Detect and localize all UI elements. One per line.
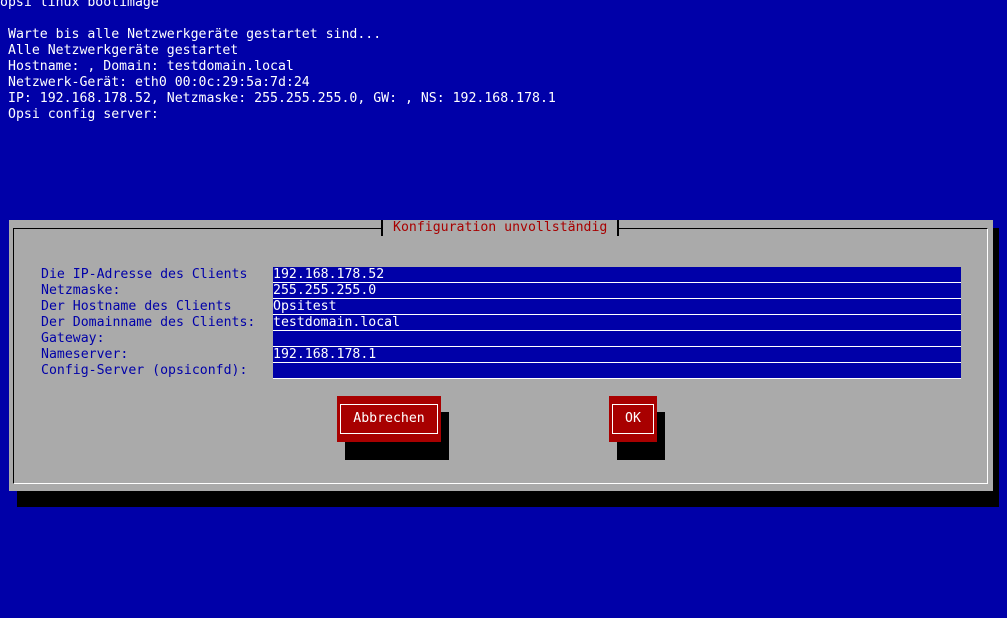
terminal-line: Alle Netzwerkgeräte gestartet: [8, 43, 239, 58]
field-label-netmask: Netzmaske:: [41, 283, 121, 298]
ip-address-input[interactable]: 192.168.178.52: [273, 267, 961, 283]
terminal-line: Warte bis alle Netzwerkgeräte gestartet …: [8, 27, 382, 42]
nameserver-input[interactable]: 192.168.178.1: [273, 347, 961, 363]
terminal-title: opsi linux bootimage: [0, 0, 159, 10]
config-server-input[interactable]: [273, 363, 961, 379]
cancel-button[interactable]: Abbrechen: [337, 396, 441, 442]
dialog-shadow: [993, 228, 999, 507]
gateway-input[interactable]: [273, 331, 961, 347]
terminal-line: Netzwerk-Gerät: eth0 00:0c:29:5a:7d:24: [8, 75, 310, 90]
field-label-config-server: Config-Server (opsiconfd):: [41, 363, 248, 378]
field-label-ip: Die IP-Adresse des Clients: [41, 267, 248, 282]
ok-button[interactable]: OK: [609, 396, 657, 442]
ok-button-label: OK: [612, 404, 654, 434]
hostname-input[interactable]: Opsitest: [273, 299, 961, 315]
dialog-title: Konfiguration unvollständig: [381, 220, 620, 236]
terminal-line: Hostname: , Domain: testdomain.local: [8, 59, 294, 74]
cancel-button-label: Abbrechen: [340, 404, 438, 434]
netmask-input[interactable]: 255.255.255.0: [273, 283, 961, 299]
dialog-shadow: [17, 491, 993, 507]
field-label-nameserver: Nameserver:: [41, 347, 129, 362]
domain-input[interactable]: testdomain.local: [273, 315, 961, 331]
config-dialog: Konfiguration unvollständig Die IP-Adres…: [9, 220, 993, 491]
field-label-gateway: Gateway:: [41, 331, 105, 346]
terminal-line: Opsi config server:: [8, 107, 159, 122]
terminal-line: IP: 192.168.178.52, Netzmaske: 255.255.2…: [8, 91, 556, 106]
field-label-domain: Der Domainname des Clients:: [41, 315, 256, 330]
field-label-hostname: Der Hostname des Clients: [41, 299, 232, 314]
